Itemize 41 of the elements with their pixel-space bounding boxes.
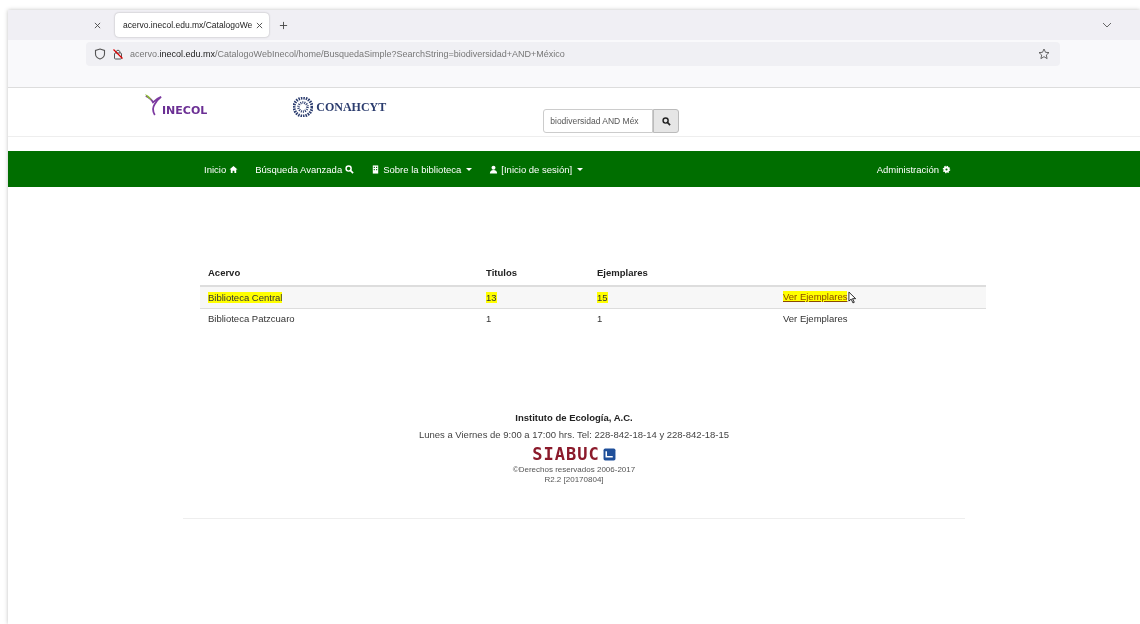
copyright-text: ©Derechos reservados 2006-2017 (512, 465, 636, 474)
browser-tab[interactable]: acervo.inecol.edu.mx/CatalogoWe (115, 13, 270, 37)
chevron-down-icon[interactable] (1102, 22, 1112, 28)
search-button[interactable] (653, 109, 680, 133)
nav-link[interactable]: Inicio (204, 163, 239, 175)
lock-icon (112, 48, 124, 60)
column-header: Acervo (208, 267, 241, 278)
siabuc-logo: SIABUC (532, 444, 600, 464)
nav-link[interactable]: Administración (876, 163, 951, 175)
user-icon (489, 164, 499, 174)
version-text: R2.2 [20170804] (544, 475, 604, 484)
settings-icon (942, 164, 951, 174)
building-icon (371, 164, 381, 174)
inecol-logo[interactable]: INECOL (144, 93, 208, 117)
institute-name: Instituto de Ecología, A.C. (515, 412, 633, 423)
view-copies-link[interactable]: Ver Ejemplares (783, 291, 848, 302)
search-field[interactable]: biodiversidad AND Méx (543, 109, 654, 133)
table-cell: Biblioteca Patzcuaro (208, 313, 295, 324)
home-icon (229, 164, 239, 174)
shield-icon (94, 48, 106, 60)
search-icon (661, 116, 671, 126)
table-cell: 1 (597, 313, 603, 324)
close-icon[interactable] (256, 21, 264, 29)
table-cell: 1 (486, 313, 492, 324)
conahcyt-logo[interactable]: CONAHCYT (293, 97, 387, 117)
close-icon[interactable] (94, 21, 101, 29)
column-header: Ejemplares (597, 267, 648, 278)
column-header: Titulos (486, 267, 517, 278)
cursor-icon (848, 291, 858, 304)
address-bar[interactable]: acervo.inecol.edu.mx/CatalogoWebInecol/home/BusquedaSimple?SearchString=biodiversidad+AND+México (86, 42, 1060, 66)
new-tab-icon[interactable] (279, 20, 289, 30)
nav-link[interactable]: [Inicio de sesión] (489, 163, 584, 175)
table-cell: 15 (597, 292, 608, 303)
search-icon (345, 164, 355, 174)
table-cell: 13 (486, 292, 497, 303)
nav-link[interactable]: Búsqueda Avanzada (255, 163, 355, 175)
table-cell: Biblioteca Central (208, 292, 283, 303)
contact-info: Lunes a Viernes de 9:00 a 17:00 hrs. Tel: 228-842-18-14 y 228-842-18-15 (418, 429, 730, 440)
star-icon[interactable] (1038, 48, 1050, 60)
nav-link[interactable]: Sobre la biblioteca (371, 163, 473, 175)
view-copies-link[interactable]: Ver Ejemplares (783, 313, 848, 324)
